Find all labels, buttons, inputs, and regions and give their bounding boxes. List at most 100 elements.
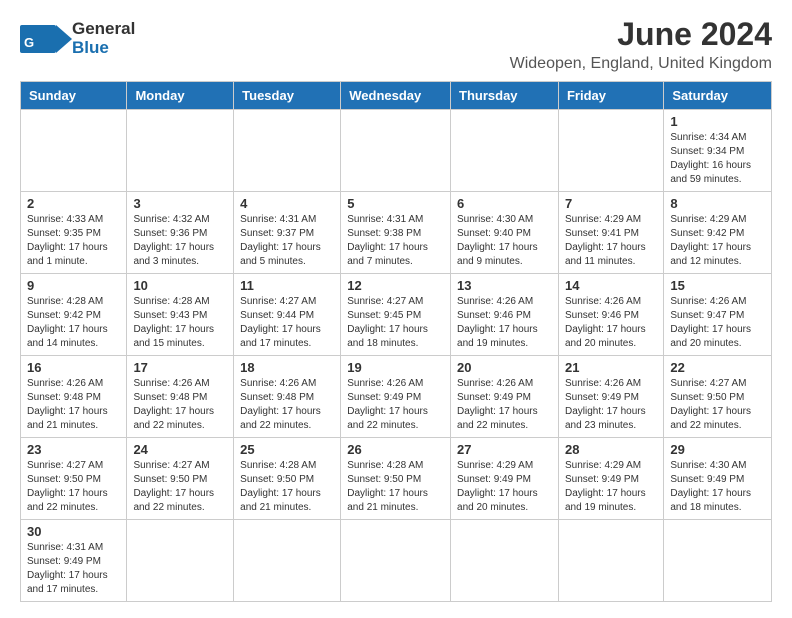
calendar-cell: [234, 520, 341, 602]
day-number: 25: [240, 442, 334, 457]
calendar-cell: [558, 110, 663, 192]
calendar-cell: [451, 520, 559, 602]
day-info: Sunrise: 4:34 AMSunset: 9:34 PMDaylight:…: [670, 131, 765, 187]
logo-blue-text: Blue: [72, 39, 135, 58]
calendar-cell: 17 Sunrise: 4:26 AMSunset: 9:48 PMDayligh…: [127, 356, 234, 438]
calendar-cell: 15Sunrise: 4:26 AMSunset: 9:47 PMDayligh…: [664, 274, 772, 356]
day-info: Sunrise: 4:29 AMSunset: 9:49 PMDaylight:…: [457, 459, 552, 515]
header: G General Blue June 2024 Wideopen, Engla…: [20, 16, 772, 73]
logo-icon: G: [20, 21, 72, 57]
day-info: Sunrise: 4:28 AMSunset: 9:50 PMDaylight:…: [347, 459, 444, 515]
logo-general-text: General: [72, 20, 135, 39]
day-number: 2: [27, 196, 120, 211]
calendar-cell: 30 Sunrise: 4:31 AMSunset: 9:49 PMDayligh…: [21, 520, 127, 602]
day-info: Sunrise: 4:26 AMSunset: 9:46 PMDaylight:…: [457, 295, 552, 351]
calendar-cell: 8 Sunrise: 4:29 AMSunset: 9:42 PMDaylight…: [664, 192, 772, 274]
calendar-cell: 25Sunrise: 4:28 AMSunset: 9:50 PMDayligh…: [234, 438, 341, 520]
calendar-cell: 7Sunrise: 4:29 AMSunset: 9:41 PMDaylight…: [558, 192, 663, 274]
calendar-cell: [341, 520, 451, 602]
day-info: Sunrise: 4:26 AMSunset: 9:49 PMDaylight:…: [457, 377, 552, 433]
calendar-cell: 9 Sunrise: 4:28 AMSunset: 9:42 PMDaylight…: [21, 274, 127, 356]
calendar-cell: 19 Sunrise: 4:26 AMSunset: 9:49 PMDayligh…: [341, 356, 451, 438]
day-info: Sunrise: 4:27 AMSunset: 9:44 PMDaylight:…: [240, 295, 334, 351]
month-title: June 2024: [510, 16, 772, 53]
calendar-cell: 21 Sunrise: 4:26 AMSunset: 9:49 PMDayligh…: [558, 356, 663, 438]
calendar-cell: 3Sunrise: 4:32 AMSunset: 9:36 PMDaylight…: [127, 192, 234, 274]
day-number: 3: [133, 196, 227, 211]
calendar-cell: 13 Sunrise: 4:26 AMSunset: 9:46 PMDayligh…: [451, 274, 559, 356]
day-number: 20: [457, 360, 552, 375]
calendar-cell: [341, 110, 451, 192]
day-number: 26: [347, 442, 444, 457]
day-number: 6: [457, 196, 552, 211]
day-info: Sunrise: 4:33 AMSunset: 9:35 PMDaylight:…: [27, 213, 120, 269]
calendar-cell: 22Sunrise: 4:27 AMSunset: 9:50 PMDayligh…: [664, 356, 772, 438]
day-number: 19: [347, 360, 444, 375]
calendar-header-wednesday: Wednesday: [341, 82, 451, 110]
day-number: 16: [27, 360, 120, 375]
calendar-cell: 2 Sunrise: 4:33 AMSunset: 9:35 PMDaylight…: [21, 192, 127, 274]
calendar-header-tuesday: Tuesday: [234, 82, 341, 110]
day-number: 23: [27, 442, 120, 457]
day-info: Sunrise: 4:29 AMSunset: 9:49 PMDaylight:…: [565, 459, 657, 515]
calendar-cell: [21, 110, 127, 192]
day-number: 7: [565, 196, 657, 211]
calendar-cell: 10 Sunrise: 4:28 AMSunset: 9:43 PMDayligh…: [127, 274, 234, 356]
calendar-week-row: 1 Sunrise: 4:34 AMSunset: 9:34 PMDaylight…: [21, 110, 772, 192]
day-info: Sunrise: 4:31 AMSunset: 9:38 PMDaylight:…: [347, 213, 444, 269]
location-title: Wideopen, England, United Kingdom: [510, 55, 772, 73]
calendar-table: SundayMondayTuesdayWednesdayThursdayFrid…: [20, 81, 772, 602]
svg-text:G: G: [24, 35, 34, 50]
calendar-cell: 6Sunrise: 4:30 AMSunset: 9:40 PMDaylight…: [451, 192, 559, 274]
day-number: 17: [133, 360, 227, 375]
calendar-cell: 14Sunrise: 4:26 AMSunset: 9:46 PMDayligh…: [558, 274, 663, 356]
calendar-cell: 20 Sunrise: 4:26 AMSunset: 9:49 PMDayligh…: [451, 356, 559, 438]
day-info: Sunrise: 4:29 AMSunset: 9:42 PMDaylight:…: [670, 213, 765, 269]
calendar-cell: 5Sunrise: 4:31 AMSunset: 9:38 PMDaylight…: [341, 192, 451, 274]
day-info: Sunrise: 4:28 AMSunset: 9:42 PMDaylight:…: [27, 295, 120, 351]
calendar-header-sunday: Sunday: [21, 82, 127, 110]
calendar-cell: 18Sunrise: 4:26 AMSunset: 9:48 PMDayligh…: [234, 356, 341, 438]
calendar-cell: 4 Sunrise: 4:31 AMSunset: 9:37 PMDaylight…: [234, 192, 341, 274]
calendar-header-friday: Friday: [558, 82, 663, 110]
day-info: Sunrise: 4:27 AMSunset: 9:50 PMDaylight:…: [133, 459, 227, 515]
day-number: 15: [670, 278, 765, 293]
calendar-cell: 24 Sunrise: 4:27 AMSunset: 9:50 PMDayligh…: [127, 438, 234, 520]
day-info: Sunrise: 4:31 AMSunset: 9:37 PMDaylight:…: [240, 213, 334, 269]
day-number: 24: [133, 442, 227, 457]
day-info: Sunrise: 4:27 AMSunset: 9:50 PMDaylight:…: [27, 459, 120, 515]
calendar-header-thursday: Thursday: [451, 82, 559, 110]
day-number: 9: [27, 278, 120, 293]
calendar-cell: 12Sunrise: 4:27 AMSunset: 9:45 PMDayligh…: [341, 274, 451, 356]
calendar-cell: 23 Sunrise: 4:27 AMSunset: 9:50 PMDayligh…: [21, 438, 127, 520]
calendar-cell: 16Sunrise: 4:26 AMSunset: 9:48 PMDayligh…: [21, 356, 127, 438]
calendar-header-row: SundayMondayTuesdayWednesdayThursdayFrid…: [21, 82, 772, 110]
calendar-week-row: 2 Sunrise: 4:33 AMSunset: 9:35 PMDaylight…: [21, 192, 772, 274]
day-number: 13: [457, 278, 552, 293]
day-info: Sunrise: 4:31 AMSunset: 9:49 PMDaylight:…: [27, 541, 120, 597]
day-number: 29: [670, 442, 765, 457]
calendar-cell: [127, 520, 234, 602]
day-number: 30: [27, 524, 120, 539]
day-number: 14: [565, 278, 657, 293]
day-number: 10: [133, 278, 227, 293]
calendar-cell: 29Sunrise: 4:30 AMSunset: 9:49 PMDayligh…: [664, 438, 772, 520]
day-info: Sunrise: 4:26 AMSunset: 9:48 PMDaylight:…: [240, 377, 334, 433]
day-info: Sunrise: 4:26 AMSunset: 9:49 PMDaylight:…: [347, 377, 444, 433]
day-number: 8: [670, 196, 765, 211]
day-number: 22: [670, 360, 765, 375]
calendar-cell: 28Sunrise: 4:29 AMSunset: 9:49 PMDayligh…: [558, 438, 663, 520]
calendar-cell: [234, 110, 341, 192]
day-info: Sunrise: 4:27 AMSunset: 9:45 PMDaylight:…: [347, 295, 444, 351]
calendar-header-saturday: Saturday: [664, 82, 772, 110]
day-info: Sunrise: 4:26 AMSunset: 9:48 PMDaylight:…: [133, 377, 227, 433]
day-number: 4: [240, 196, 334, 211]
day-info: Sunrise: 4:26 AMSunset: 9:49 PMDaylight:…: [565, 377, 657, 433]
calendar-cell: [664, 520, 772, 602]
day-number: 1: [670, 114, 765, 129]
calendar-cell: 1 Sunrise: 4:34 AMSunset: 9:34 PMDaylight…: [664, 110, 772, 192]
day-number: 21: [565, 360, 657, 375]
day-info: Sunrise: 4:28 AMSunset: 9:43 PMDaylight:…: [133, 295, 227, 351]
calendar-week-row: 9 Sunrise: 4:28 AMSunset: 9:42 PMDaylight…: [21, 274, 772, 356]
logo: G General Blue: [20, 20, 135, 57]
